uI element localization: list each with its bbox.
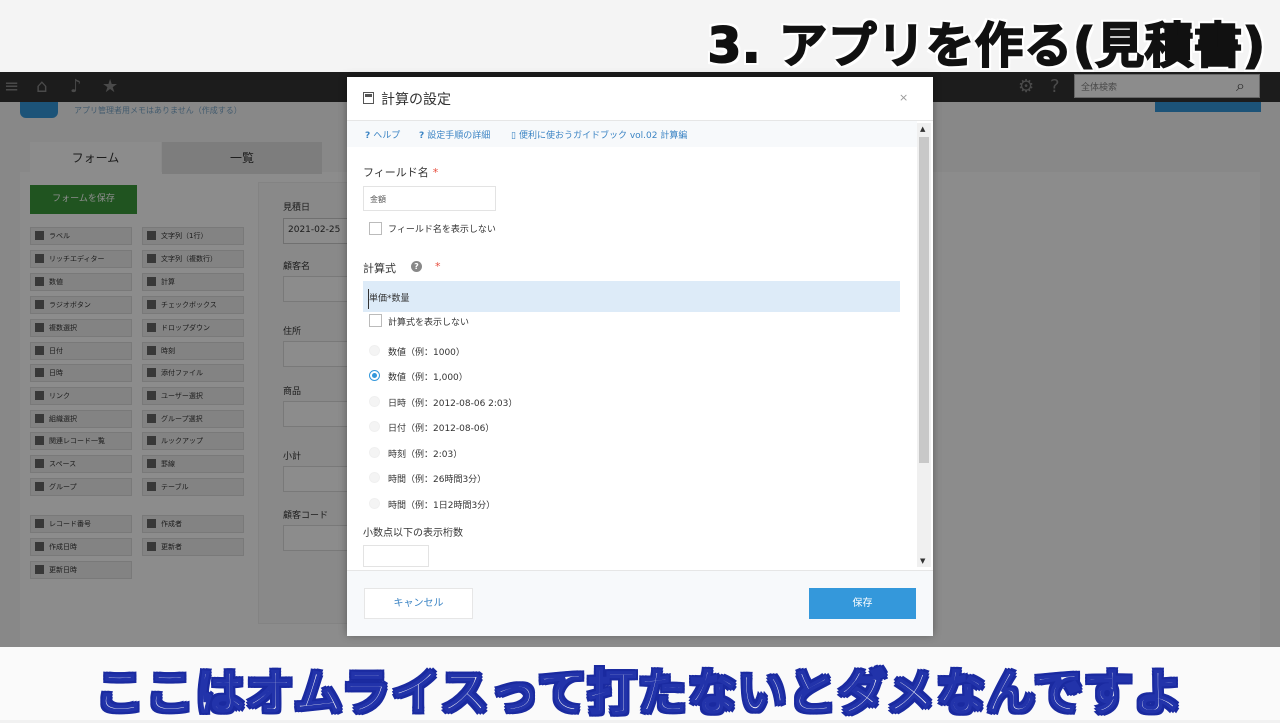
- decimal-places-input[interactable]: [363, 545, 429, 567]
- subtitle-banner: ここはオムライスって打たないとダメなんですよ: [0, 647, 1280, 722]
- hide-field-name-checkbox[interactable]: [369, 222, 382, 235]
- format-radio[interactable]: [369, 421, 380, 432]
- format-radio-selected[interactable]: [369, 370, 380, 381]
- dialog-scrollbar[interactable]: ▲ ▼: [917, 123, 931, 567]
- help-link[interactable]: ? ヘルプ: [365, 128, 400, 141]
- format-radio[interactable]: [369, 345, 380, 356]
- cancel-button[interactable]: キャンセル: [364, 588, 473, 619]
- format-radio[interactable]: [369, 447, 380, 458]
- format-option-label: 日時（例：2012-08-06 2:03）: [388, 399, 518, 409]
- top-caption: 3. アプリを作る(見積書): [707, 17, 1266, 75]
- help-links-bar: ? ヘルプ ? 設定手順の詳細 ▯ 便利に使おうガイドブック vol.02 計算編: [347, 121, 917, 147]
- format-radio[interactable]: [369, 498, 380, 509]
- format-option-label: 数値（例：1000）: [388, 348, 465, 358]
- document-icon: ▯: [511, 131, 516, 141]
- save-button[interactable]: 保存: [809, 588, 916, 619]
- scroll-thumb[interactable]: [919, 137, 929, 463]
- format-option-label: 時間（例：26時間3分）: [388, 475, 487, 485]
- field-name-label: フィールド名 *: [363, 166, 439, 179]
- format-radio[interactable]: [369, 396, 380, 407]
- calculator-icon: [363, 92, 374, 104]
- question-icon: ?: [419, 131, 425, 141]
- calc-settings-dialog: 計算の設定 × ? ヘルプ ? 設定手順の詳細 ▯ 便利に使おうガイドブック vol.…: [347, 77, 933, 636]
- formula-input[interactable]: 単価*数量: [363, 281, 900, 312]
- format-radio[interactable]: [369, 472, 380, 483]
- subtitle-caption: ここはオムライスって打たないとダメなんですよ: [95, 664, 1185, 722]
- guidebook-link[interactable]: ▯ 便利に使おうガイドブック vol.02 計算編: [511, 128, 687, 141]
- hide-formula-label: 計算式を表示しない: [388, 318, 470, 328]
- dialog-title: 計算の設定: [381, 92, 451, 108]
- hide-formula-checkbox[interactable]: [369, 314, 382, 327]
- text-cursor-icon: [368, 289, 369, 309]
- dialog-header: 計算の設定 ×: [347, 77, 933, 121]
- scroll-up-icon[interactable]: ▲: [920, 125, 925, 133]
- setup-details-link[interactable]: ? 設定手順の詳細: [419, 128, 490, 141]
- format-option-label: 数値（例：1,000）: [388, 373, 468, 383]
- required-mark: *: [435, 260, 441, 273]
- top-caption-banner: 3. アプリを作る(見積書): [0, 0, 1280, 75]
- format-option-label: 日付（例：2012-08-06）: [388, 424, 495, 434]
- formula-label: 計算式: [363, 262, 396, 275]
- hide-field-name-label: フィールド名を表示しない: [388, 225, 496, 235]
- question-icon: ?: [365, 131, 371, 141]
- dialog-footer: キャンセル 保存: [347, 570, 933, 636]
- required-mark: *: [432, 166, 439, 179]
- field-name-input[interactable]: 金額: [363, 186, 496, 211]
- scroll-down-icon[interactable]: ▼: [920, 557, 925, 565]
- close-button[interactable]: ×: [899, 91, 908, 104]
- format-option-label: 時刻（例：2:03）: [388, 450, 463, 460]
- decimal-places-label: 小数点以下の表示桁数: [363, 528, 463, 539]
- formula-help-icon[interactable]: ?: [411, 261, 422, 272]
- format-option-label: 時間（例：1日2時間3分）: [388, 501, 496, 511]
